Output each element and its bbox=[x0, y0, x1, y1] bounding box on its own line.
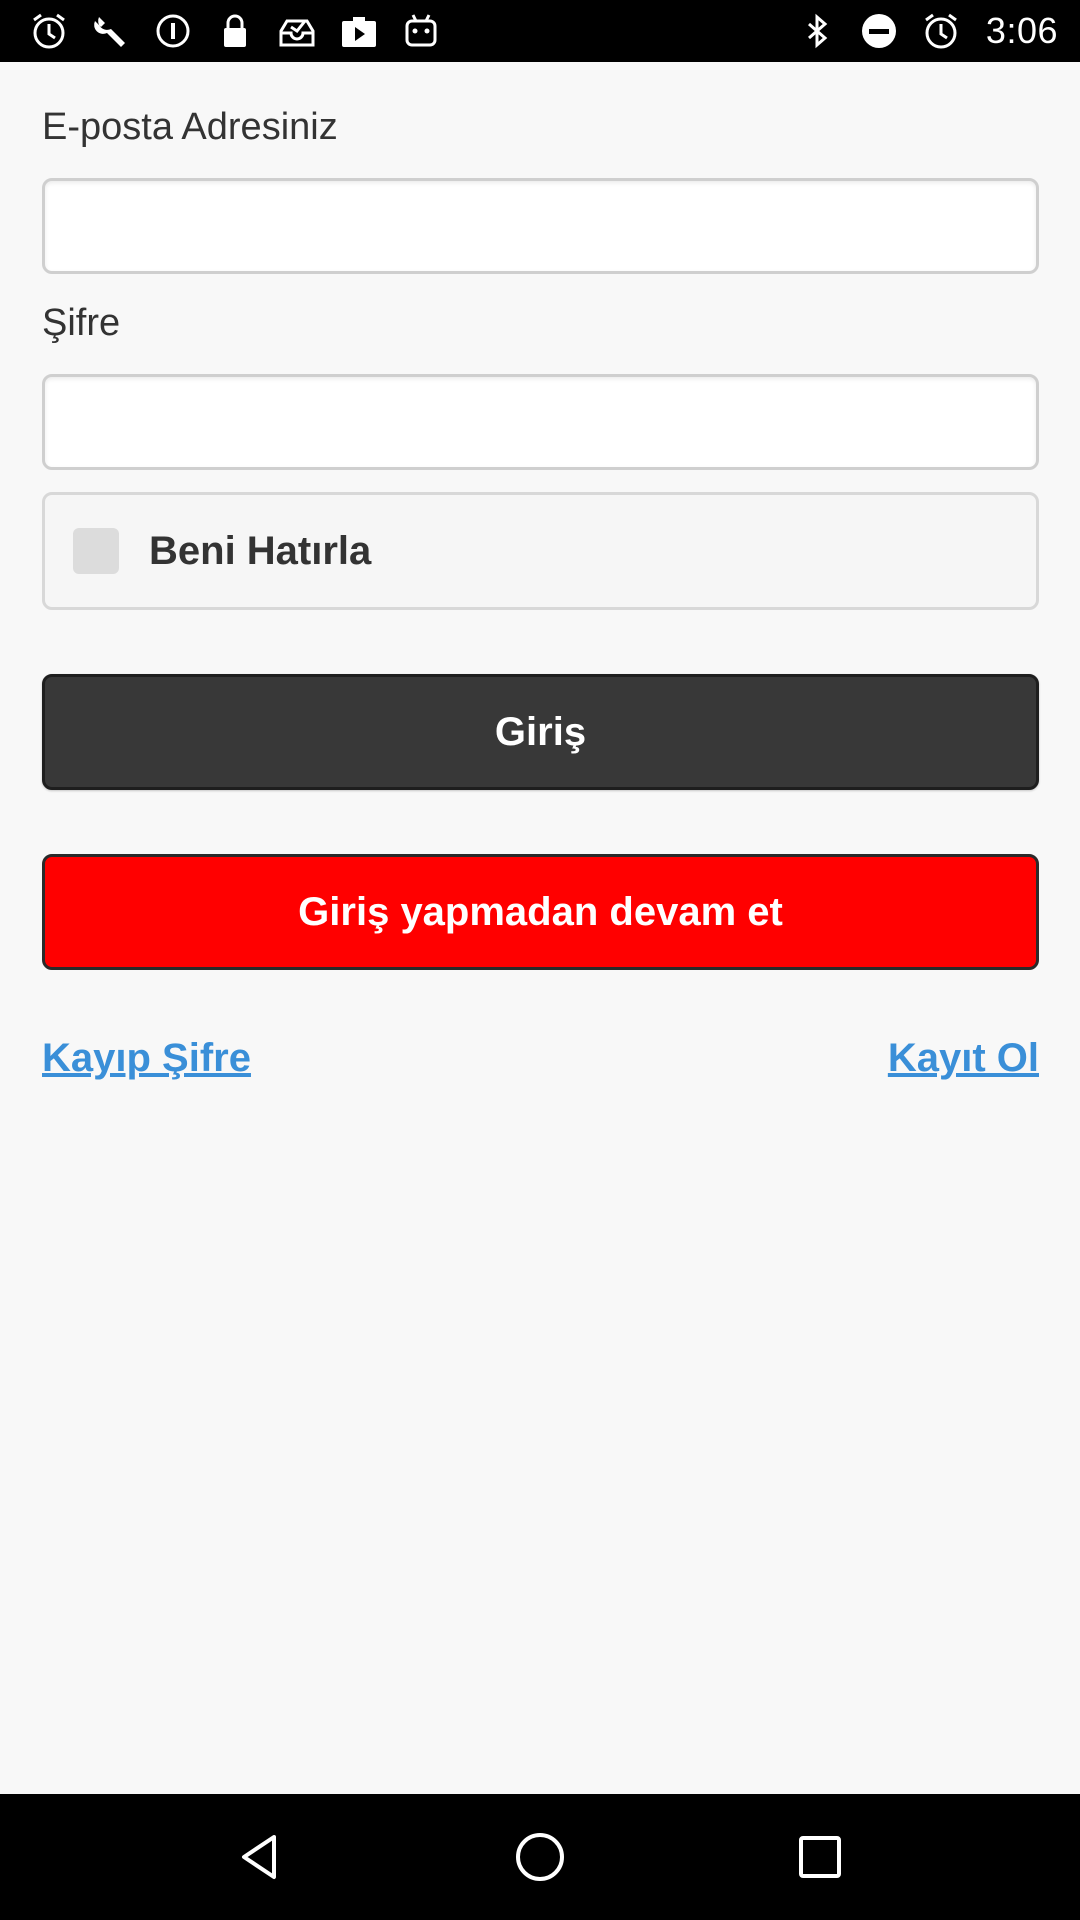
login-button-label: Giriş bbox=[494, 709, 587, 754]
remember-me-toggle[interactable]: Beni Hatırla bbox=[42, 492, 1039, 610]
android-icon bbox=[398, 8, 444, 54]
continue-as-guest-button[interactable]: Giriş yapmadan devam et bbox=[42, 854, 1039, 970]
bluetooth-icon bbox=[794, 8, 840, 54]
login-button[interactable]: Giriş bbox=[42, 674, 1039, 790]
login-form: E-posta Adresiniz Şifre Beni Hatırla Gir… bbox=[42, 62, 1039, 1081]
inbox-icon bbox=[274, 8, 320, 54]
footer-links: Kayıp Şifre Kayıt Ol bbox=[42, 1036, 1039, 1081]
navigation-bar bbox=[0, 1794, 1080, 1920]
lost-password-link[interactable]: Kayıp Şifre bbox=[42, 1036, 251, 1081]
wrench-icon bbox=[88, 8, 134, 54]
password-field[interactable] bbox=[42, 374, 1039, 470]
guest-button-label: Giriş yapmadan devam et bbox=[298, 889, 783, 934]
clock: 3:06 bbox=[985, 10, 1058, 51]
password-label: Şifre bbox=[42, 302, 121, 344]
remember-me-label: Beni Hatırla bbox=[149, 528, 372, 573]
do-not-disturb-icon bbox=[856, 8, 902, 54]
notification-icons bbox=[26, 8, 460, 54]
email-label: E-posta Adresiniz bbox=[42, 106, 338, 148]
home-icon[interactable] bbox=[500, 1817, 580, 1897]
email-field[interactable] bbox=[42, 178, 1039, 274]
recents-icon[interactable] bbox=[780, 1817, 860, 1897]
lock-icon bbox=[212, 8, 258, 54]
remember-me-checkbox[interactable] bbox=[73, 528, 119, 574]
alarm-icon bbox=[918, 8, 964, 54]
system-icons: 3:06 bbox=[786, 8, 1058, 54]
back-icon[interactable] bbox=[220, 1817, 300, 1897]
status-bar: 3:06 bbox=[0, 0, 1080, 62]
info-icon bbox=[150, 8, 196, 54]
alarm-icon bbox=[26, 8, 72, 54]
play-icon bbox=[336, 8, 382, 54]
register-link[interactable]: Kayıt Ol bbox=[888, 1036, 1039, 1081]
